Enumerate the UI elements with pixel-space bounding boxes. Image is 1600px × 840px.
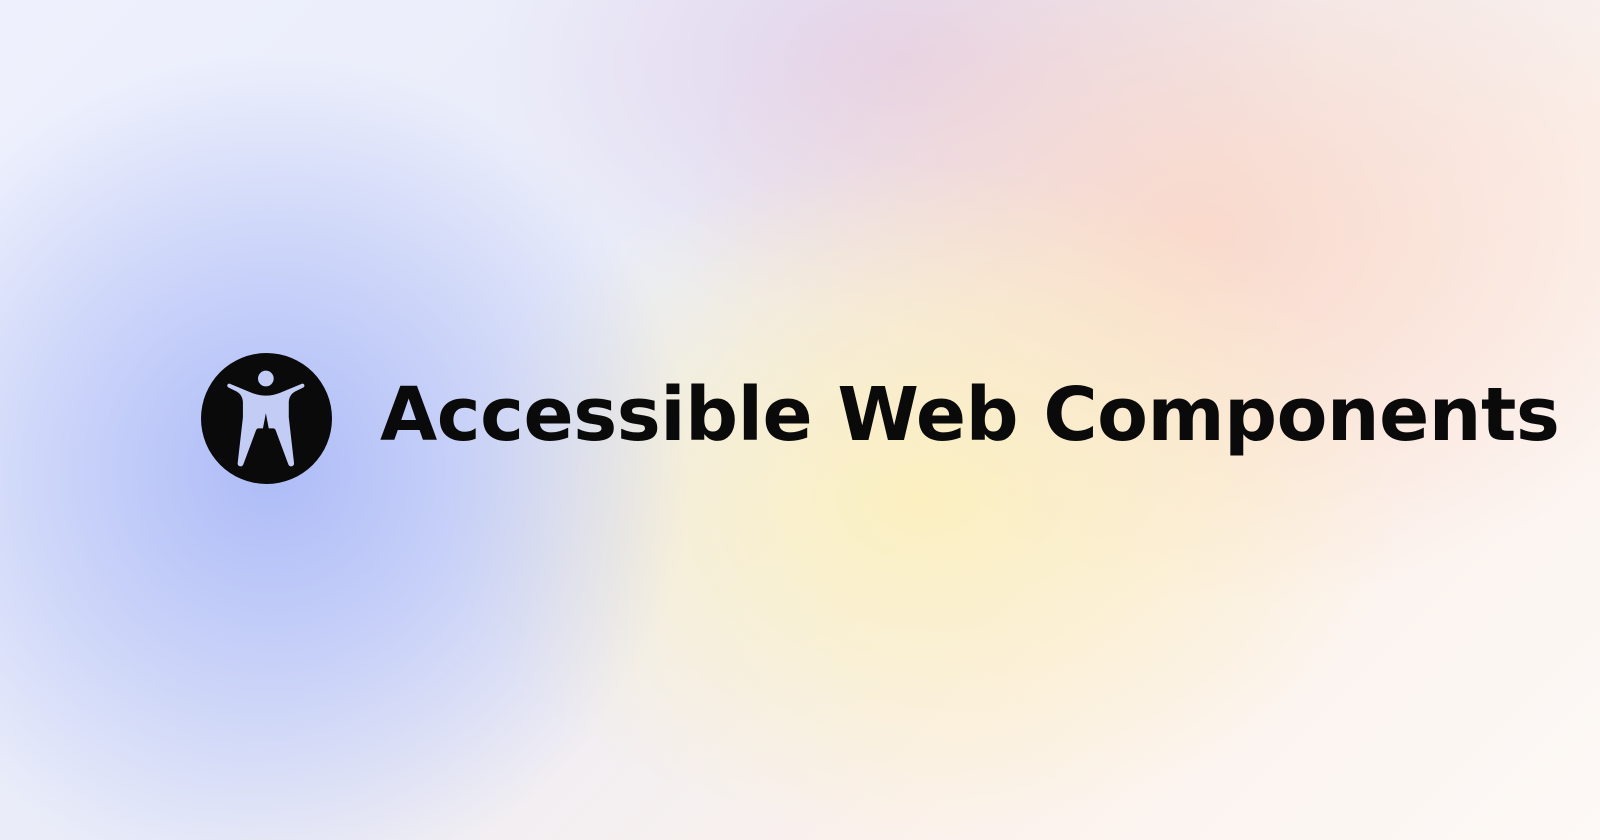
hero-banner: Accessible Web Components [0, 0, 1600, 840]
accessibility-icon [201, 353, 332, 484]
page-title: Accessible Web Components [380, 372, 1560, 458]
